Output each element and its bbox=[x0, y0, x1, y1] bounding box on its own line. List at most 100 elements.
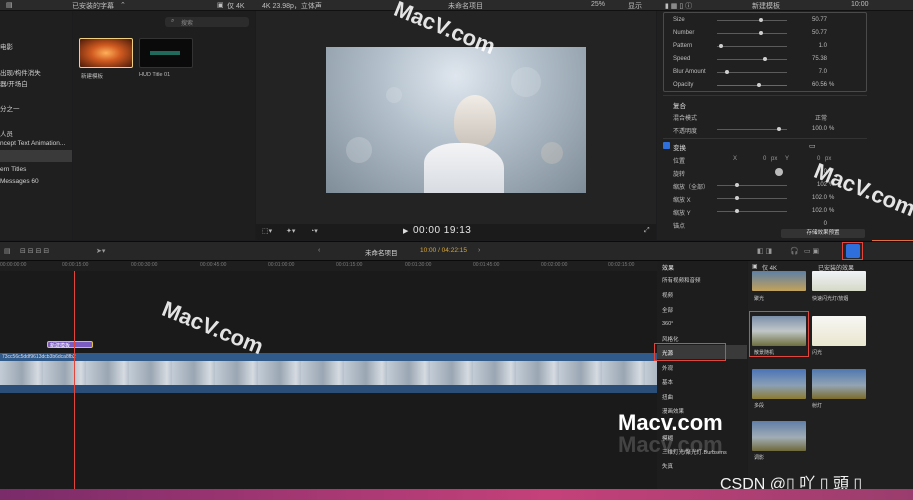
library-item[interactable]: 电影 bbox=[0, 41, 13, 51]
effect-thumbnail[interactable] bbox=[812, 271, 866, 291]
format-label: 4K 23.98p，立体声 bbox=[262, 3, 322, 10]
library-item[interactable]: 器/开场白 bbox=[0, 78, 28, 88]
index-icon[interactable]: ▤ bbox=[4, 247, 11, 255]
category-item[interactable]: 基本 bbox=[662, 378, 673, 386]
inspector-tabs-icon[interactable]: ▮ ▦ ▯ ⓘ bbox=[665, 1, 692, 11]
library-item[interactable]: ern Titles bbox=[0, 166, 26, 173]
chevron-updown-icon: ⌃ bbox=[120, 2, 126, 9]
title-thumbnail-hud[interactable] bbox=[139, 38, 193, 68]
search-icon: ⌕ bbox=[171, 18, 175, 24]
audio-meter-icon[interactable]: ◧ ◨ bbox=[757, 247, 772, 255]
effect-thumbnail[interactable] bbox=[752, 271, 806, 291]
library-sidebar: 电影 出现/构件消失 器/开场白 分之一 人员 ncept Text Anima… bbox=[0, 11, 72, 240]
param-opacity: Opacity 60.56 % bbox=[673, 82, 835, 88]
browser-filter-dropdown[interactable]: 已安装的字幕 bbox=[72, 1, 114, 11]
save-preset-button[interactable]: 存储效果预置 bbox=[781, 229, 865, 238]
compositing-title: 复合 bbox=[673, 103, 686, 110]
person-body bbox=[424, 143, 504, 193]
inspector-title: 新建模板 bbox=[752, 3, 780, 10]
thumbnail-label: 新建模板 bbox=[81, 74, 104, 80]
checkbox-icon[interactable]: ▣ bbox=[217, 1, 224, 9]
param-number: Number 50.77 bbox=[673, 30, 827, 36]
effects-header: 效果 bbox=[662, 266, 675, 272]
category-item[interactable]: 扭曲 bbox=[662, 393, 673, 401]
bokeh-spot bbox=[511, 67, 541, 97]
inspector-time: 10:00 bbox=[851, 1, 869, 8]
category-item[interactable]: 所有视频和音频 bbox=[662, 276, 701, 284]
bokeh-spot bbox=[541, 142, 563, 164]
back-icon[interactable]: ‹ bbox=[318, 247, 320, 254]
highlight-box bbox=[842, 242, 863, 260]
dock-strip bbox=[0, 489, 913, 500]
divider bbox=[663, 138, 867, 139]
thumbnail-label: HUD Title 01 bbox=[139, 72, 171, 78]
title-clip[interactable]: 新建模板 bbox=[47, 341, 93, 349]
browser-panel: ⌕ 搜索 新建模板 HUD Title 01 bbox=[73, 11, 255, 240]
timeline-ruler: 00:00:00:00 00:00:15:00 00:00:30:00 00:0… bbox=[0, 261, 657, 271]
blend-mode-row: 混合模式 正常 bbox=[673, 116, 827, 122]
timeline-toolbar: ▤ ⊟ ⊟ ⊟ ⊟ ➤▾ ‹ 未命名项目 10:00 / 04:22:15 › … bbox=[0, 241, 913, 261]
transform-onscreen-icon[interactable]: ▭ bbox=[809, 142, 816, 150]
category-item[interactable]: 360° bbox=[662, 321, 673, 327]
video-frame bbox=[326, 47, 586, 193]
category-item[interactable]: 外观 bbox=[662, 364, 673, 372]
library-item[interactable]: 出现/构件消失 bbox=[0, 67, 41, 77]
param-size: Size 50.77 bbox=[673, 17, 827, 23]
only-4k-filter[interactable]: 仅 4K bbox=[227, 1, 245, 11]
video-clip-header[interactable]: 73cc56c5ddf9613dcb3b6dca8fb2 bbox=[0, 353, 657, 361]
library-icon[interactable]: ▤ bbox=[6, 1, 13, 9]
effect-thumbnail[interactable] bbox=[812, 369, 866, 399]
bokeh-spot bbox=[386, 87, 402, 103]
library-item[interactable]: ncept Text Animation... bbox=[0, 140, 65, 147]
library-item[interactable]: Messages 60 bbox=[0, 178, 39, 185]
scale-y-row: 缩放 Y 102.0 % bbox=[673, 208, 835, 217]
forward-icon[interactable]: › bbox=[478, 247, 480, 254]
enhance-icon[interactable]: ✦▾ bbox=[286, 227, 295, 235]
video-clip-filmstrip[interactable] bbox=[0, 361, 657, 385]
opacity-row: 不透明度 100.0 % bbox=[673, 126, 835, 135]
timeline-project-name: 未命名项目 bbox=[365, 250, 398, 257]
category-item[interactable]: 风格化 bbox=[662, 335, 679, 343]
divider bbox=[663, 95, 867, 96]
effect-thumbnail[interactable] bbox=[752, 369, 806, 399]
param-pattern: Pattern 1.0 bbox=[673, 43, 827, 49]
effect-thumbnail[interactable] bbox=[812, 316, 866, 346]
person-hair bbox=[454, 95, 496, 147]
effect-thumbnail[interactable] bbox=[752, 421, 806, 451]
category-item[interactable]: 全部 bbox=[662, 306, 673, 314]
only-4k-checkbox[interactable]: ▣ bbox=[752, 263, 758, 270]
speed-icon[interactable]: ◔▾ bbox=[310, 227, 318, 235]
select-tool-icon[interactable]: ➤▾ bbox=[96, 247, 105, 255]
effects-grid: ▣ 仅 4K 已安装的效果 聚光 快速闪光灯/放烟 散景随机 闪光 多段 射灯 … bbox=[748, 261, 913, 489]
play-icon[interactable]: ▶ bbox=[403, 227, 408, 235]
connect-icon[interactable]: ⊟ ⊟ ⊟ ⊟ bbox=[20, 247, 49, 255]
search-placeholder: 搜索 bbox=[181, 21, 194, 27]
transform-tool-icon[interactable]: ⬚▾ bbox=[262, 227, 272, 235]
search-field[interactable]: ⌕ 搜索 bbox=[165, 17, 249, 27]
zoom-dropdown[interactable]: 25% bbox=[591, 1, 605, 8]
headphones-icon[interactable]: 🎧 bbox=[790, 247, 799, 255]
audio-waveform bbox=[0, 385, 657, 393]
rotation-dial-icon[interactable] bbox=[775, 168, 783, 176]
transform-checkbox[interactable] bbox=[663, 142, 670, 149]
bokeh-spot bbox=[346, 137, 372, 163]
library-item[interactable]: 人员 bbox=[0, 128, 13, 138]
viewer-toolbar: ⬚▾ ✦▾ ◔▾ ▶ 00:00 19:13 ⤢ bbox=[256, 224, 656, 240]
library-item-selected[interactable] bbox=[0, 150, 72, 162]
library-item[interactable]: 分之一 bbox=[0, 103, 20, 113]
title-thumbnail-new-template[interactable] bbox=[79, 38, 133, 68]
highlight-box bbox=[654, 343, 726, 361]
highlight-box bbox=[749, 311, 809, 357]
timeline-timecode: 10:00 / 04:22:15 bbox=[420, 247, 467, 254]
transform-title: 变换 bbox=[673, 145, 686, 152]
display-dropdown[interactable]: 显示 bbox=[628, 1, 642, 11]
category-item[interactable]: 失真 bbox=[662, 462, 673, 470]
project-name-label: 未命名项目 bbox=[448, 3, 483, 10]
param-blur-amount: Blur Amount 7.0 bbox=[673, 69, 827, 75]
clip-appearance-icon[interactable]: ▭ ▣ bbox=[804, 247, 819, 255]
viewer-timecode: 00:00 19:13 bbox=[413, 225, 472, 236]
timeline-area: 新建模板 73cc56c5ddf9613dcb3b6dca8fb2 bbox=[0, 271, 657, 489]
category-item[interactable]: 视频 bbox=[662, 291, 673, 299]
playhead[interactable] bbox=[74, 271, 75, 489]
fullscreen-icon[interactable]: ⤢ bbox=[644, 227, 650, 235]
